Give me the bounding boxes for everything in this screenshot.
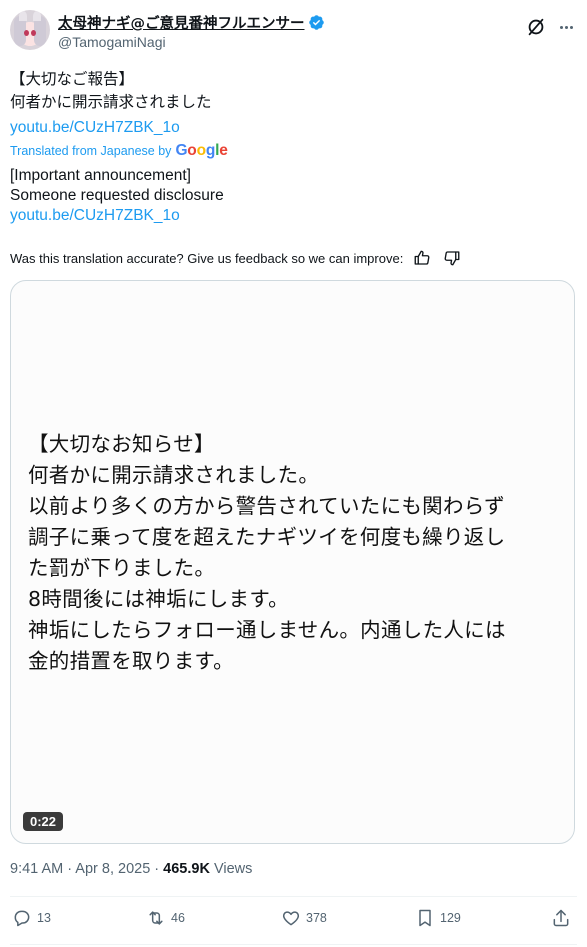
video-player[interactable]: 【大切なお知らせ】 何者かに開示請求されました。 以前より多くの方から警告されて… (10, 280, 575, 844)
video-text-line: 【大切なお知らせ】 (28, 432, 215, 456)
thumbs-up-icon[interactable] (413, 249, 431, 267)
video-text-line: 何者かに開示請求されました。 (28, 463, 320, 487)
verified-badge-icon (308, 15, 324, 30)
translation-feedback: Was this translation accurate? Give us f… (10, 249, 461, 267)
video-text-line: 調子に乗って度を超えたナギツイを何度も繰り返し (28, 525, 506, 549)
like-count: 378 (306, 911, 327, 925)
video-duration-badge: 0:22 (23, 812, 64, 831)
video-text-line: 以前より多くの方から警告されていたにも関わらず (28, 494, 505, 518)
translation-attribution: Translated from Japanese by Google (10, 142, 228, 160)
more-icon[interactable] (555, 16, 577, 38)
repost-icon (149, 911, 163, 925)
bookmark-icon (419, 909, 431, 927)
video-text-line: 神垢にしたらフォロー通しません。内通した人には (28, 618, 506, 642)
author-handle[interactable]: @TamogamiNagi (58, 34, 166, 50)
tweet-link[interactable]: youtu.be/CUzH7ZBK_1o (10, 116, 212, 139)
tweet-body: 【大切なご報告】 何者かに開示請求されました youtu.be/CUzH7ZBK… (10, 68, 212, 139)
tweet-line: 【大切なご報告】 (10, 71, 135, 88)
avatar[interactable] (10, 10, 50, 50)
translated-link[interactable]: youtu.be/CUzH7ZBK_1o (10, 206, 224, 226)
bookmark-button[interactable]: 129 (415, 908, 461, 928)
thumbs-down-icon[interactable] (443, 249, 461, 267)
video-text-line: 8時間後には神垢にします。 (28, 587, 289, 611)
bookmark-count: 129 (440, 911, 461, 925)
reply-icon (14, 910, 30, 927)
google-logo: Google (175, 142, 228, 159)
video-text-line: 金的措置を取ります。 (28, 649, 234, 673)
repost-button[interactable]: 46 (146, 908, 185, 928)
views-label: Views (213, 861, 253, 877)
share-icon (553, 909, 569, 927)
tweet-timestamp[interactable]: 9:41 AM · Apr 8, 2025 (10, 861, 150, 877)
repost-count: 46 (171, 911, 185, 925)
divider (10, 944, 577, 945)
views-count: 465.9K (163, 861, 210, 877)
video-frame-text: 【大切なお知らせ】 何者かに開示請求されました。 以前より多くの方から警告されて… (28, 429, 506, 677)
heart-icon (282, 911, 300, 926)
share-button[interactable] (551, 908, 571, 928)
tweet-header: 太母神ナギ@ご意見番神フルエンサー @TamogamiNagi (10, 10, 577, 54)
meta-separator: · (150, 861, 164, 877)
tweet-meta: 9:41 AM · Apr 8, 2025 · 465.9K Views (10, 861, 252, 877)
reply-count: 13 (37, 911, 51, 925)
translation-label: Translated from Japanese by (10, 144, 172, 158)
action-bar: 13 46 378 129 (10, 908, 577, 934)
author-name-row: 太母神ナギ@ご意見番神フルエンサー (58, 12, 325, 33)
video-text-line: た罰が下りました。 (28, 556, 216, 580)
divider (10, 896, 577, 897)
grok-icon[interactable] (525, 16, 547, 38)
translated-line: [Important announcement] (10, 167, 191, 184)
tweet-line: 何者かに開示請求されました (10, 94, 212, 111)
feedback-prompt: Was this translation accurate? Give us f… (10, 250, 404, 266)
translated-text: [Important announcement] Someone request… (10, 166, 224, 226)
reply-button[interactable]: 13 (12, 908, 51, 928)
like-button[interactable]: 378 (281, 908, 327, 928)
translated-line: Someone requested disclosure (10, 187, 224, 204)
author-display-name[interactable]: 太母神ナギ@ご意見番神フルエンサー (58, 12, 305, 33)
